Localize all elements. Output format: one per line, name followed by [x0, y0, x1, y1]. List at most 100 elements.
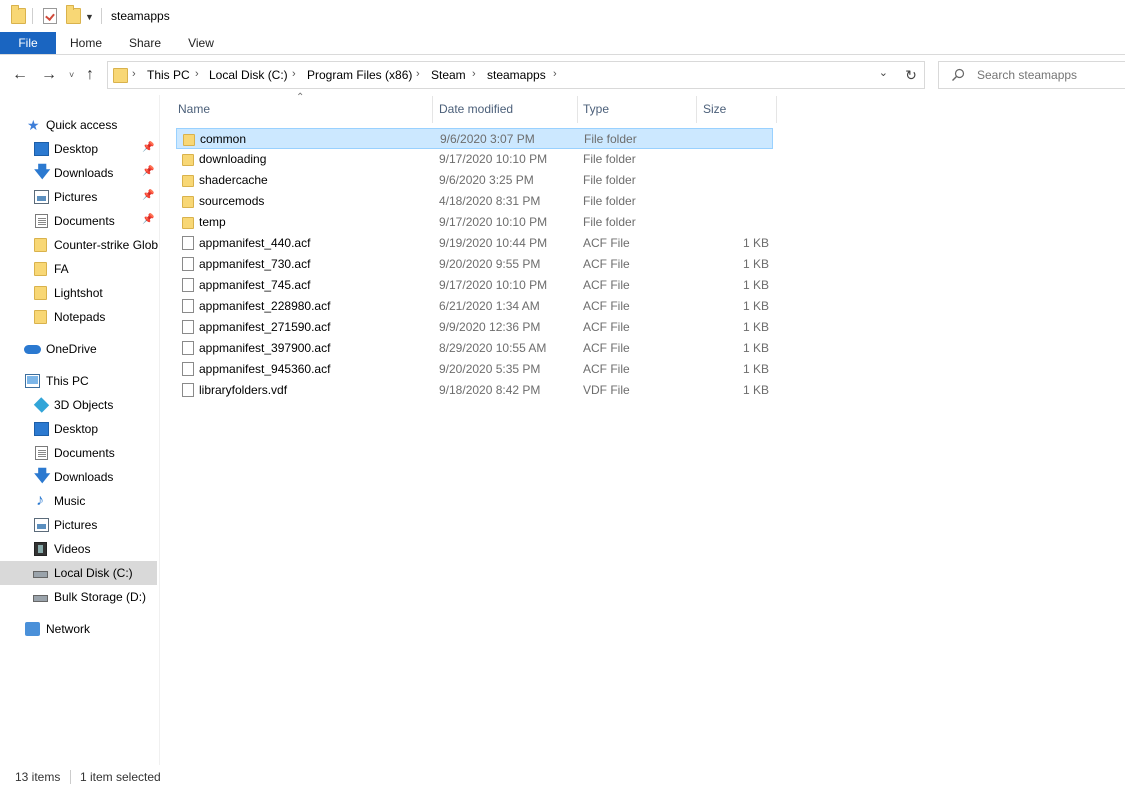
sidebar-item-quick-access[interactable]: ★ Quick access	[0, 113, 157, 137]
sidebar-item-music[interactable]: ♪ Music	[0, 489, 157, 513]
sidebar-item-counter-strike[interactable]: Counter-strike Glob	[0, 233, 158, 257]
pin-icon[interactable]: 📌	[142, 142, 154, 153]
file-row[interactable]: common 9/6/2020 3:07 PM File folder	[176, 128, 773, 149]
pin-icon[interactable]: 📌	[142, 190, 154, 201]
back-arrow-icon[interactable]: ←	[12, 67, 28, 83]
up-arrow-icon[interactable]: ↑	[86, 67, 94, 83]
file-type: File folder	[584, 132, 637, 146]
breadcrumb-this-pc[interactable]: This PC	[147, 68, 190, 82]
forward-arrow-icon[interactable]: →	[41, 67, 57, 83]
file-type: ACF File	[583, 320, 630, 334]
sidebar-item-onedrive[interactable]: OneDrive	[0, 337, 157, 361]
sidebar-item-documents-pc[interactable]: Documents	[0, 441, 157, 465]
breadcrumb-chevron-icon[interactable]: ›	[472, 68, 476, 80]
breadcrumb-chevron-icon[interactable]: ›	[416, 68, 420, 80]
file-date-modified: 9/17/2020 10:10 PM	[439, 152, 548, 166]
recent-locations-chevron-icon[interactable]: ˅	[69, 70, 74, 80]
search-input[interactable]	[977, 67, 1117, 83]
file-name: appmanifest_397900.acf	[199, 341, 331, 355]
file-name: libraryfolders.vdf	[199, 383, 288, 397]
file-date-modified: 4/18/2020 8:31 PM	[439, 194, 541, 208]
sidebar-item-label: Lightshot	[54, 286, 103, 300]
file-row[interactable]: downloading 9/17/2020 10:10 PM File fold…	[176, 149, 773, 170]
sidebar-item-label: Bulk Storage (D:)	[54, 590, 147, 604]
file-row[interactable]: appmanifest_730.acf 9/20/2020 9:55 PM AC…	[176, 254, 773, 275]
sidebar-item-pictures[interactable]: Pictures 📌	[0, 185, 157, 209]
tab-view[interactable]: View	[181, 32, 221, 54]
sidebar-item-label: Desktop	[54, 142, 99, 156]
sidebar-item-desktop[interactable]: Desktop 📌	[0, 137, 157, 161]
sidebar-item-3d-objects[interactable]: 3D Objects	[0, 393, 157, 417]
file-icon	[182, 257, 194, 271]
sidebar-item-downloads[interactable]: 🡇 Downloads 📌	[0, 161, 157, 185]
properties-icon[interactable]	[43, 8, 57, 24]
tab-file[interactable]: File	[0, 32, 56, 54]
column-header-date-modified[interactable]: Date modified	[433, 96, 577, 123]
file-date-modified: 9/17/2020 10:10 PM	[439, 278, 548, 292]
file-type: File folder	[583, 173, 636, 187]
sidebar-item-this-pc[interactable]: This PC	[0, 369, 157, 393]
sidebar-item-lightshot[interactable]: Lightshot	[0, 281, 157, 305]
pin-icon[interactable]: 📌	[142, 166, 154, 177]
file-date-modified: 9/20/2020 9:55 PM	[439, 257, 541, 271]
file-type: ACF File	[583, 257, 630, 271]
sidebar-item-notepads[interactable]: Notepads	[0, 305, 157, 329]
file-name: appmanifest_745.acf	[199, 278, 311, 292]
file-row[interactable]: sourcemods 4/18/2020 8:31 PM File folder	[176, 191, 773, 212]
sidebar-item-videos[interactable]: Videos	[0, 537, 157, 561]
file-row[interactable]: shadercache 9/6/2020 3:25 PM File folder	[176, 170, 773, 191]
file-row[interactable]: appmanifest_745.acf 9/17/2020 10:10 PM A…	[176, 275, 773, 296]
breadcrumb-chevron-icon[interactable]: ›	[195, 68, 199, 80]
window-title: steamapps	[111, 9, 170, 23]
file-row[interactable]: libraryfolders.vdf 9/18/2020 8:42 PM VDF…	[176, 380, 773, 401]
file-size: 1 KB	[742, 341, 769, 355]
address-bar[interactable]: › This PC › Local Disk (C:) › Program Fi…	[107, 61, 899, 89]
sidebar-item-pictures-pc[interactable]: Pictures	[0, 513, 157, 537]
column-divider[interactable]	[776, 96, 777, 123]
file-icon	[182, 362, 194, 376]
navigation-pane: ★ Quick access Desktop 📌 🡇 Downloads 📌 P…	[0, 95, 160, 765]
column-header-size[interactable]: Size	[697, 96, 777, 123]
sidebar-item-network[interactable]: Network	[0, 617, 157, 641]
file-icon	[182, 341, 194, 355]
star-icon: ★	[27, 117, 40, 133]
file-name: appmanifest_730.acf	[199, 257, 311, 271]
breadcrumb-local-disk[interactable]: Local Disk (C:)	[209, 68, 288, 82]
sidebar-item-label: Local Disk (C:)	[54, 566, 133, 580]
file-row[interactable]: appmanifest_397900.acf 8/29/2020 10:55 A…	[176, 338, 773, 359]
sidebar-item-downloads-pc[interactable]: 🡇 Downloads	[0, 465, 157, 489]
file-name: appmanifest_440.acf	[199, 236, 311, 250]
sidebar-item-desktop-pc[interactable]: Desktop	[0, 417, 157, 441]
breadcrumb-program-files[interactable]: Program Files (x86)	[307, 68, 412, 82]
file-row[interactable]: temp 9/17/2020 10:10 PM File folder	[176, 212, 773, 233]
pin-icon[interactable]: 📌	[142, 214, 154, 225]
file-row[interactable]: appmanifest_228980.acf 6/21/2020 1:34 AM…	[176, 296, 773, 317]
file-row[interactable]: appmanifest_945360.acf 9/20/2020 5:35 PM…	[176, 359, 773, 380]
file-type: ACF File	[583, 278, 630, 292]
chevron-down-icon[interactable]: ▼	[85, 12, 94, 22]
sidebar-item-documents[interactable]: Documents 📌	[0, 209, 157, 233]
file-date-modified: 9/6/2020 3:25 PM	[439, 173, 534, 187]
address-history-dropdown-icon[interactable]: ⌄	[879, 66, 888, 79]
column-header-name[interactable]: Name	[172, 96, 432, 123]
download-icon: 🡇	[34, 468, 51, 485]
breadcrumb-steamapps[interactable]: steamapps	[487, 68, 546, 82]
sidebar-item-local-disk[interactable]: Local Disk (C:)	[0, 561, 157, 585]
file-row[interactable]: appmanifest_271590.acf 9/9/2020 12:36 PM…	[176, 317, 773, 338]
refresh-icon: ↻	[905, 67, 917, 83]
sidebar-item-bulk-storage[interactable]: Bulk Storage (D:)	[0, 585, 157, 609]
breadcrumb-steam[interactable]: Steam	[431, 68, 466, 82]
new-folder-icon[interactable]	[66, 5, 81, 24]
sidebar-item-fa[interactable]: FA	[0, 257, 157, 281]
breadcrumb-chevron-icon[interactable]: ›	[132, 68, 136, 80]
breadcrumb-chevron-icon[interactable]: ›	[292, 68, 296, 80]
tab-share[interactable]: Share	[122, 32, 168, 54]
column-header-type[interactable]: Type	[577, 96, 696, 123]
file-row[interactable]: appmanifest_440.acf 9/19/2020 10:44 PM A…	[176, 233, 773, 254]
tab-home[interactable]: Home	[64, 32, 108, 54]
folder-icon	[113, 68, 128, 83]
refresh-button[interactable]: ↻	[898, 61, 925, 89]
search-box[interactable]	[938, 61, 1125, 89]
file-name: downloading	[199, 152, 267, 166]
breadcrumb-chevron-icon[interactable]: ›	[553, 68, 557, 80]
